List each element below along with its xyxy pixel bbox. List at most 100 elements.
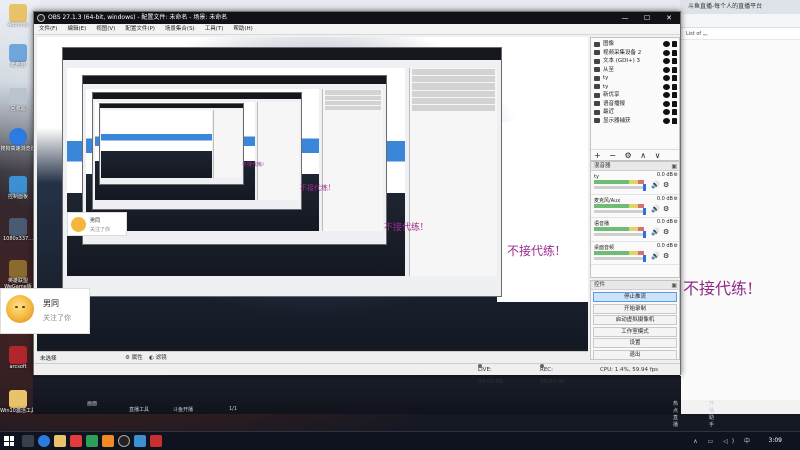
volume-fader[interactable]: [594, 231, 646, 238]
desktop-icon-lol-wegame[interactable]: 英雄联盟WeGame版: [0, 260, 36, 291]
lock-icon[interactable]: [672, 58, 677, 64]
eye-icon[interactable]: [663, 109, 670, 115]
strip-item[interactable]: 画面: [87, 400, 97, 407]
app-taskbar-icon[interactable]: [70, 435, 82, 447]
source-row[interactable]: 文本 (GDI+) 3: [591, 57, 679, 66]
channel-settings-icon[interactable]: ⚙: [663, 228, 669, 236]
browser-tab[interactable]: 斗鱼直播-每个人的直播平台: [680, 0, 800, 14]
eye-icon[interactable]: [663, 58, 670, 64]
gear-icon[interactable]: ⚙: [674, 196, 678, 203]
lock-icon[interactable]: [672, 100, 677, 107]
lock-icon[interactable]: [672, 92, 677, 98]
strip-item[interactable]: 斗鱼开播: [173, 406, 193, 413]
menu-help[interactable]: 帮助(H): [228, 24, 257, 34]
desktop-icon-arcsoft[interactable]: arcsoft: [0, 346, 36, 371]
desktop-icon-image-file[interactable]: 1080x337...: [0, 218, 36, 243]
app-taskbar-icon[interactable]: [134, 435, 146, 447]
volume-fader[interactable]: [594, 207, 646, 215]
taskbar-clock[interactable]: 3:09: [769, 435, 782, 447]
sources-toolbar[interactable]: + − ⚙ ∧ ∨: [591, 149, 679, 160]
desktop-icon-sogou-browser[interactable]: 搜狗高速浏览器: [0, 128, 36, 153]
channel-settings-icon[interactable]: ⚙: [663, 252, 669, 260]
windows-start-icon[interactable]: [4, 436, 14, 446]
fader-knob[interactable]: [643, 231, 646, 238]
strip-item[interactable]: 开播助手: [709, 400, 714, 428]
gear-icon[interactable]: ⚙: [674, 219, 678, 226]
eye-icon[interactable]: [663, 75, 670, 81]
obs-preview[interactable]: 不接代练! 不接代练! 不接代练! 不接代练! 男同 关注了你: [37, 37, 588, 361]
properties-button[interactable]: ⚙ 属性: [125, 353, 143, 361]
desktop-icon-admin[interactable]: Adminis: [0, 4, 36, 29]
lock-icon[interactable]: [672, 66, 677, 73]
source-row[interactable]: 从至: [591, 66, 679, 75]
exit-button[interactable]: 退出: [593, 349, 677, 360]
obs-taskbar-icon[interactable]: [118, 435, 130, 447]
gear-icon[interactable]: ⚙: [674, 172, 678, 179]
filters-button[interactable]: ◐ 滤镜: [149, 353, 167, 361]
start-virtual-camera-button[interactable]: 启动虚拟摄像机: [593, 315, 677, 325]
speaker-icon[interactable]: 🔊: [651, 228, 660, 236]
app-taskbar-icon[interactable]: [86, 435, 98, 447]
eye-icon[interactable]: [663, 83, 670, 90]
source-row[interactable]: 语音播报: [591, 100, 679, 109]
menu-profile[interactable]: 配置文件(P): [120, 24, 160, 34]
menu-tools[interactable]: 工具(T): [200, 24, 229, 34]
desktop-icon-this-pc[interactable]: 此电脑: [0, 44, 36, 69]
dock-float-icon[interactable]: ▣: [671, 162, 677, 171]
follow-notification[interactable]: 男同 关注了你: [0, 288, 90, 334]
app-taskbar-icon[interactable]: [150, 435, 162, 447]
fader-knob[interactable]: [643, 184, 646, 191]
dock-float-icon[interactable]: ▣: [671, 281, 677, 290]
speaker-icon[interactable]: 🔊: [651, 252, 660, 260]
volume-fader[interactable]: [594, 254, 646, 262]
settings-button[interactable]: 设置: [593, 338, 677, 348]
source-row[interactable]: ty: [591, 83, 679, 92]
channel-settings-icon[interactable]: ⚙: [663, 205, 669, 213]
menu-edit[interactable]: 编辑(E): [62, 24, 91, 34]
speaker-icon[interactable]: 🔊: [651, 205, 660, 213]
eye-icon[interactable]: [663, 117, 670, 124]
strip-item[interactable]: 热点直播: [673, 400, 681, 428]
lock-icon[interactable]: [672, 41, 677, 47]
app-taskbar-icon[interactable]: [102, 435, 114, 447]
desktop-icon-control-panel[interactable]: 控制面板: [0, 176, 36, 201]
maximize-icon[interactable]: ☐: [636, 12, 658, 24]
gear-icon[interactable]: ⚙: [674, 243, 678, 250]
start-recording-button[interactable]: 开始录制: [593, 303, 677, 314]
eye-icon[interactable]: [663, 100, 670, 107]
source-row[interactable]: ty: [591, 74, 679, 83]
volume-fader[interactable]: [594, 184, 646, 191]
lock-icon[interactable]: [672, 109, 677, 115]
stop-streaming-button[interactable]: 停止推流: [593, 292, 677, 302]
lock-icon[interactable]: [672, 83, 677, 90]
menu-view[interactable]: 视图(V): [91, 24, 120, 34]
lock-icon[interactable]: [672, 49, 677, 56]
channel-settings-icon[interactable]: ⚙: [663, 181, 669, 189]
lock-icon[interactable]: [672, 117, 677, 124]
menu-scene-collection[interactable]: 场景集合(S): [160, 24, 200, 34]
system-tray[interactable]: ∧ ▭ ◁) 中: [693, 436, 754, 445]
source-row[interactable]: 显示器捕获: [591, 117, 679, 126]
source-row[interactable]: 最近: [591, 108, 679, 117]
desktop-icon-recycle-bin[interactable]: 回收站: [0, 88, 36, 113]
eye-icon[interactable]: [663, 92, 670, 98]
source-row[interactable]: 图像: [591, 40, 679, 49]
source-row[interactable]: 视频采集设备 2: [591, 49, 679, 58]
close-icon[interactable]: ✕: [658, 12, 680, 24]
obs-title-bar[interactable]: OBS 27.1.3 (64-bit, windows) - 配置文件: 未命名…: [34, 12, 680, 24]
strip-item[interactable]: 直播工具: [129, 406, 149, 413]
speaker-icon[interactable]: 🔊: [651, 181, 660, 189]
eye-icon[interactable]: [663, 66, 670, 73]
fader-knob[interactable]: [643, 207, 646, 215]
browser-bookmark[interactable]: List of 灬: [680, 28, 800, 40]
browser-taskbar-icon[interactable]: [38, 435, 50, 447]
menu-file[interactable]: 文件(F): [34, 24, 62, 34]
source-row[interactable]: 新优享: [591, 91, 679, 100]
lock-icon[interactable]: [672, 75, 677, 81]
eye-icon[interactable]: [663, 41, 670, 47]
desktop-icon-win10-activator[interactable]: Win10激活工具: [0, 390, 36, 415]
explorer-icon[interactable]: [54, 435, 66, 447]
fader-knob[interactable]: [643, 254, 646, 262]
minimize-icon[interactable]: —: [614, 12, 636, 24]
search-icon[interactable]: [22, 435, 34, 447]
